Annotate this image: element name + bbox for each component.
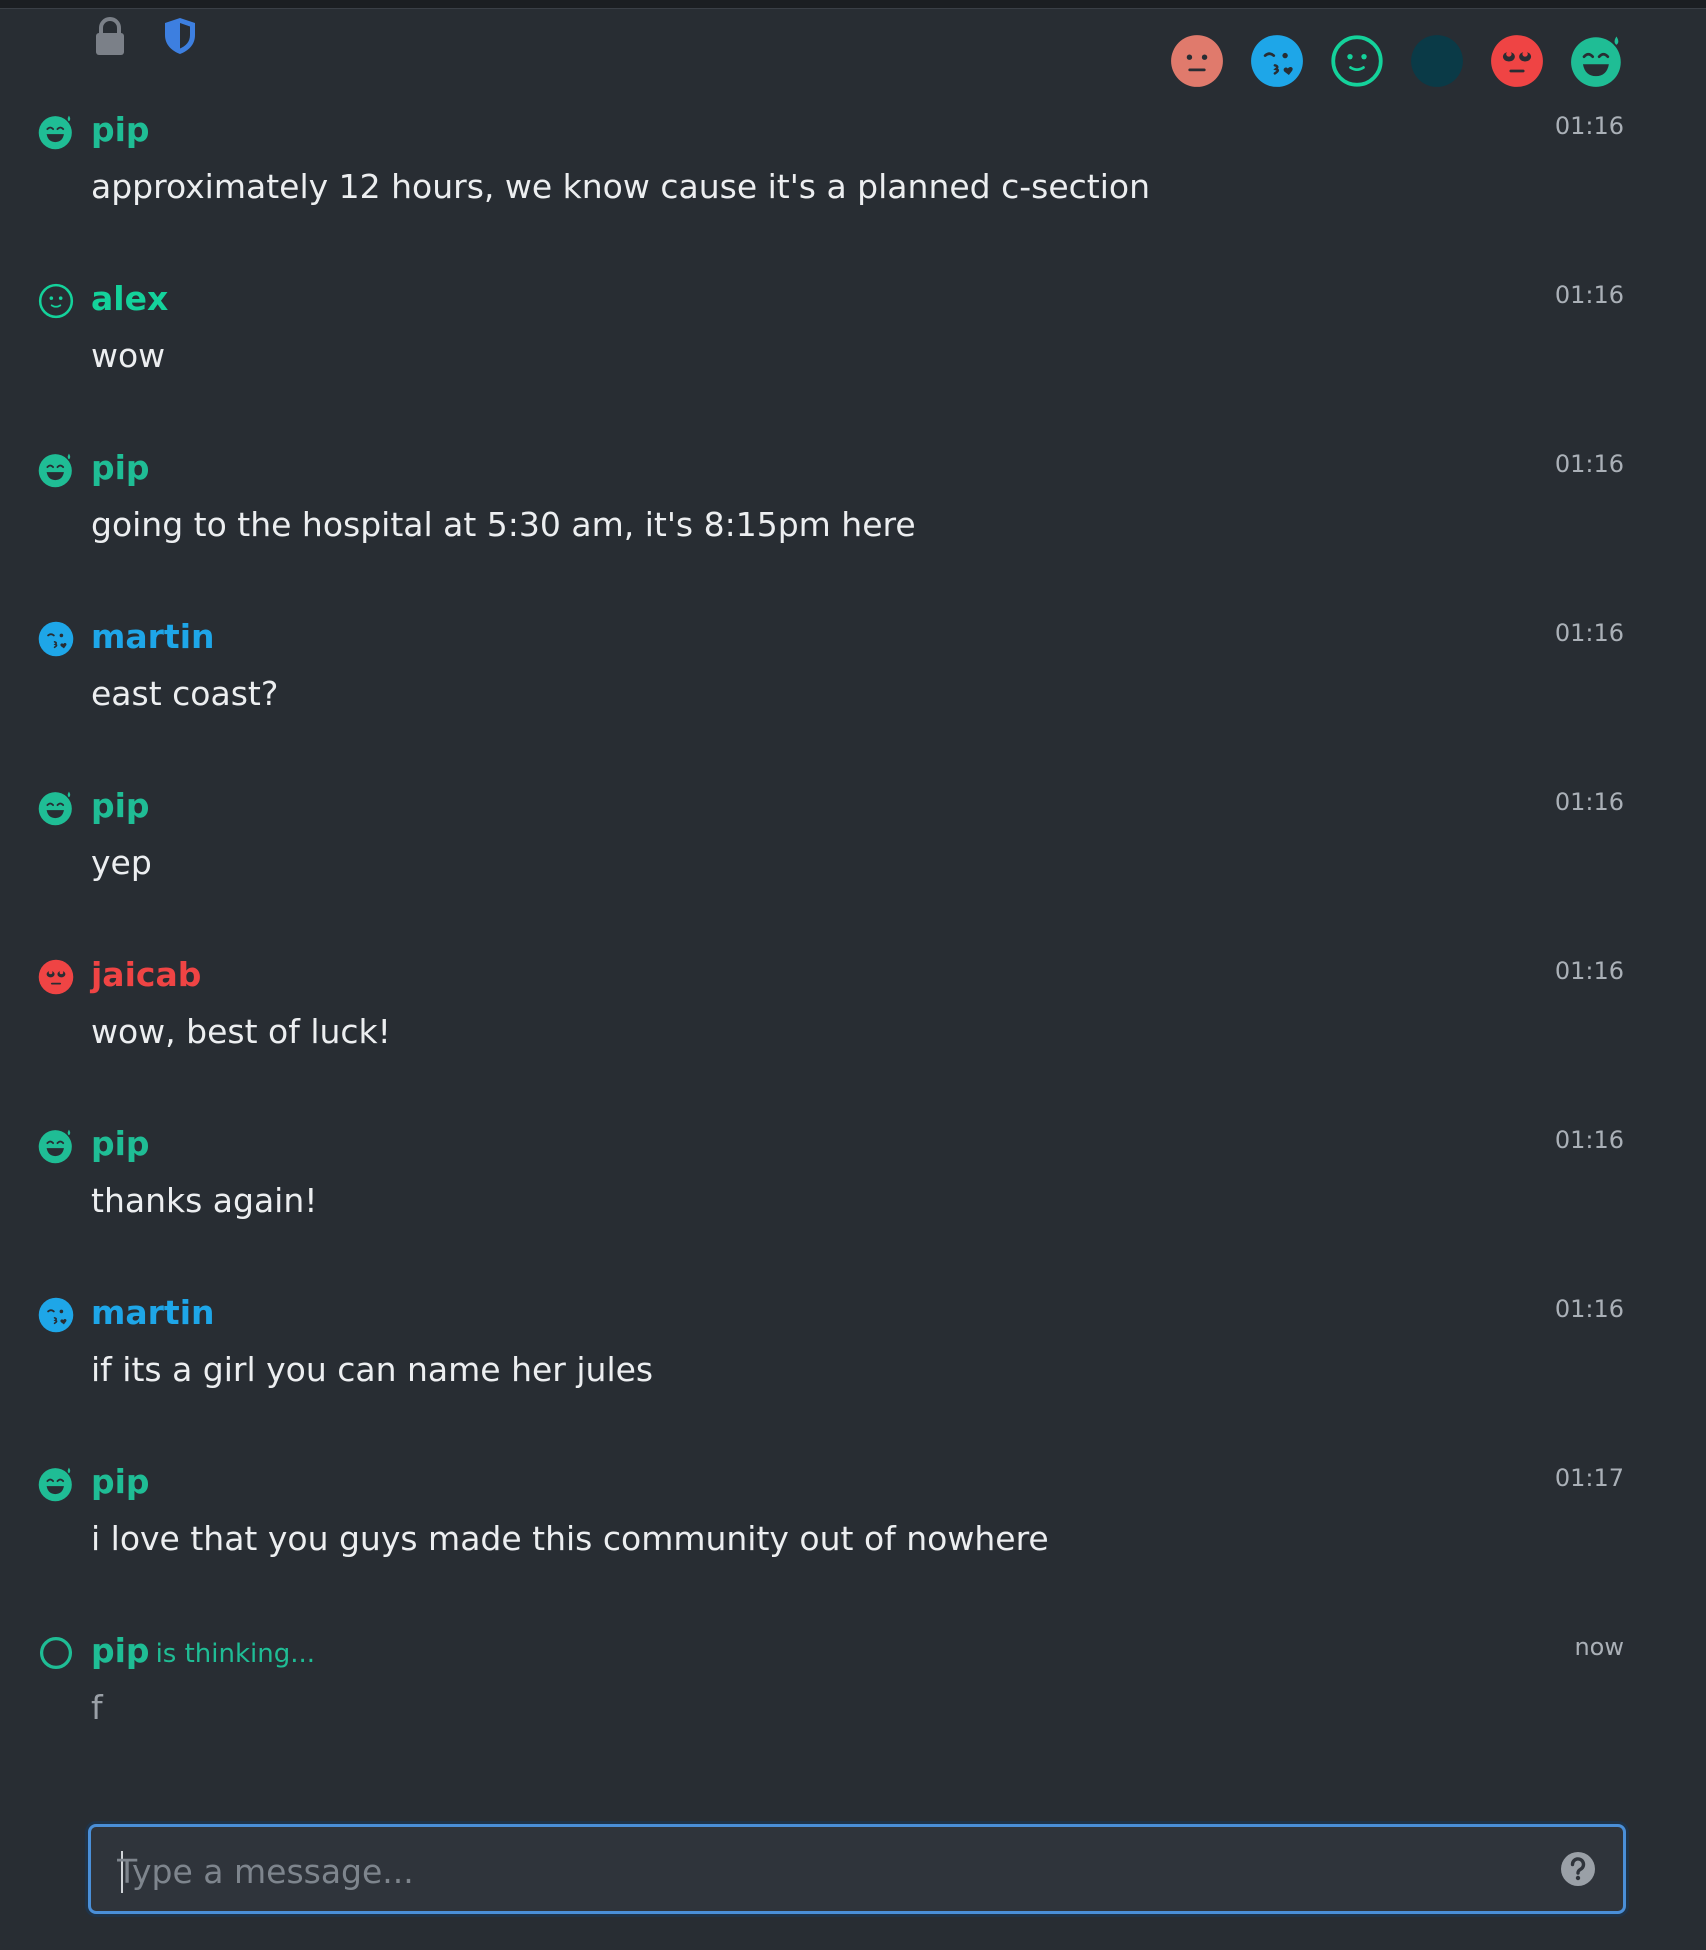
author-name[interactable]: pip (91, 1631, 150, 1670)
author-name[interactable]: alex (91, 279, 168, 318)
sweat-smile-face-icon[interactable] (38, 790, 74, 826)
message-item: pip 01:16 yep (0, 780, 1706, 949)
lock-icon (90, 14, 130, 58)
message-author[interactable]: pip is thinking... (91, 1631, 315, 1674)
neutral-face-icon[interactable] (1170, 34, 1224, 88)
sweat-smile-face-icon[interactable] (38, 1128, 74, 1164)
kissing-face-icon[interactable] (38, 1297, 74, 1333)
open-face-icon[interactable] (1330, 34, 1384, 88)
message-author[interactable]: jaicab (91, 955, 201, 995)
message-text: i love that you guys made this community… (91, 1519, 1049, 1558)
message-timestamp: 01:16 (1554, 957, 1624, 985)
message-timestamp: 01:16 (1554, 788, 1624, 816)
window-top-border (0, 0, 1706, 9)
message-timestamp: 01:16 (1554, 450, 1624, 478)
message-author[interactable]: pip (91, 786, 150, 826)
message-timestamp: 01:16 (1554, 112, 1624, 140)
help-icon[interactable] (1559, 1850, 1597, 1888)
message-text: yep (91, 843, 152, 882)
message-timestamp: 01:16 (1554, 619, 1624, 647)
typing-preview-text: f (91, 1688, 103, 1727)
message-list: pip 01:16 approximately 12 hours, we know … (0, 104, 1706, 1794)
author-name[interactable]: martin (91, 1293, 215, 1332)
message-text: wow, best of luck! (91, 1012, 391, 1051)
author-name[interactable]: jaicab (91, 955, 201, 994)
rolling-eyes-face-icon[interactable] (38, 959, 74, 995)
message-text: thanks again! (91, 1181, 318, 1220)
message-author[interactable]: martin (91, 617, 215, 657)
author-name[interactable]: pip (91, 1462, 150, 1501)
typing-status: is thinking... (155, 1639, 316, 1669)
message-text: going to the hospital at 5:30 am, it's 8… (91, 505, 916, 544)
message-item: martin 01:16 east coast? (0, 611, 1706, 780)
message-timestamp: now (1574, 1633, 1624, 1661)
message-item: alex 01:16 wow (0, 273, 1706, 442)
message-text: if its a girl you can name her jules (91, 1350, 654, 1389)
rolling-eyes-face-icon[interactable] (1490, 34, 1544, 88)
message-author[interactable]: pip (91, 448, 150, 488)
message-text: wow (91, 336, 166, 375)
sweat-smile-face-icon[interactable] (38, 114, 74, 150)
open-face-icon[interactable] (38, 283, 74, 319)
sweat-smile-face-icon[interactable] (1570, 34, 1624, 88)
kissing-face-icon[interactable] (1250, 34, 1304, 88)
message-item: martin 01:16 if its a girl you can name he… (0, 1287, 1706, 1456)
kissing-face-icon[interactable] (38, 621, 74, 657)
message-timestamp: 01:16 (1554, 1126, 1624, 1154)
message-item: pip 01:16 going to the hospital at 5:30 am… (0, 442, 1706, 611)
message-timestamp: 01:16 (1554, 1295, 1624, 1323)
message-input[interactable] (115, 1845, 1539, 1897)
message-item: pip 01:17 i love that you guys made this c… (0, 1456, 1706, 1625)
shield-icon[interactable] (160, 14, 200, 58)
message-timestamp: 01:16 (1554, 281, 1624, 309)
author-name[interactable]: pip (91, 448, 150, 487)
message-author[interactable]: alex (91, 279, 168, 319)
message-author[interactable]: pip (91, 110, 150, 150)
sweat-smile-face-icon[interactable] (38, 452, 74, 488)
message-text: east coast? (91, 674, 279, 713)
message-item: pip 01:16 thanks again! (0, 1118, 1706, 1287)
message-author[interactable]: martin (91, 1293, 215, 1333)
dark-circle-icon[interactable] (1410, 34, 1464, 88)
author-name[interactable]: pip (91, 1124, 150, 1163)
message-author[interactable]: pip (91, 1462, 150, 1502)
sweat-smile-face-icon[interactable] (38, 1466, 74, 1502)
author-name[interactable]: pip (91, 786, 150, 825)
message-composer[interactable] (88, 1824, 1626, 1914)
message-item: jaicab 01:16 wow, best of luck! (0, 949, 1706, 1118)
author-name[interactable]: pip (91, 110, 150, 149)
author-name[interactable]: martin (91, 617, 215, 656)
message-author[interactable]: pip (91, 1124, 150, 1164)
message-timestamp: 01:17 (1554, 1464, 1624, 1492)
message-text: approximately 12 hours, we know cause it… (91, 167, 1150, 206)
typing-indicator: pip is thinking... now f (0, 1625, 1706, 1794)
loading-ring-icon[interactable] (38, 1635, 74, 1671)
message-item: pip 01:16 approximately 12 hours, we know … (0, 104, 1706, 273)
